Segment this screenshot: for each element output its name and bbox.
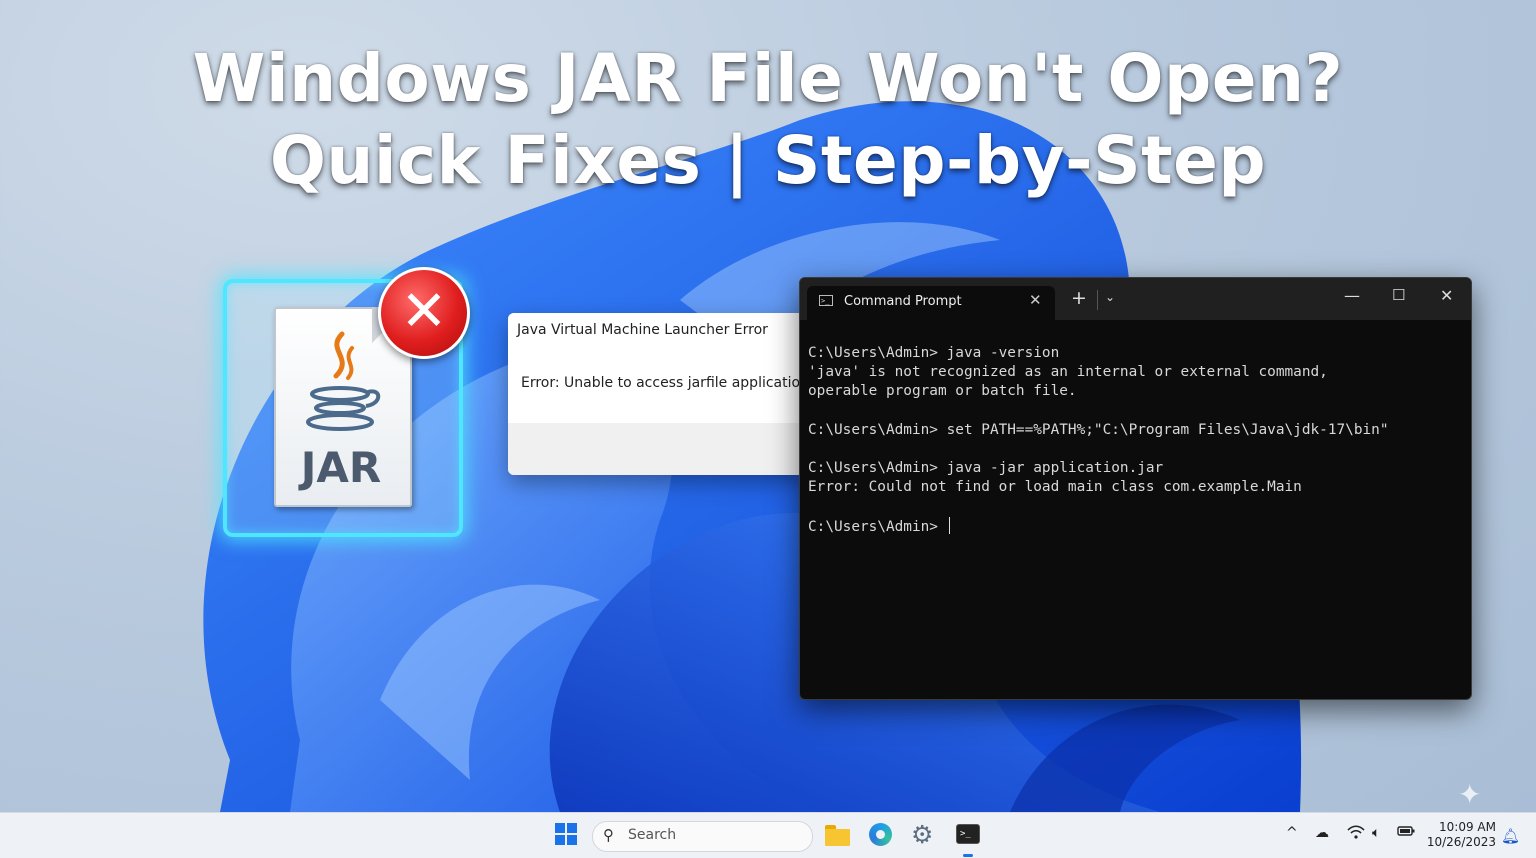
headline-line-2: Quick Fixes | Step-by-Step: [269, 122, 1267, 199]
settings-gear-icon[interactable]: ⚙: [911, 822, 939, 848]
java-coffee-icon: [306, 331, 381, 431]
terminal-prompt[interactable]: C:\Users\Admin>: [808, 519, 947, 535]
dialog-title: Java Virtual Machine Launcher Error: [508, 313, 808, 347]
clock-date: 10/26/2023: [1426, 835, 1496, 849]
clock-time: 10:09 AM: [1439, 820, 1496, 834]
chevron-down-icon[interactable]: ⌄: [1105, 290, 1115, 304]
battery-icon[interactable]: [1397, 825, 1415, 841]
wifi-icon[interactable]: [1347, 825, 1365, 843]
terminal-output[interactable]: C:\Users\Admin> java -version 'java' is …: [808, 344, 1388, 537]
taskbar: ⚲ Search ⚙ >_ ^ ☁ 🔈︎ 10:09 AM 10/26/2023…: [0, 812, 1536, 858]
tab-label: Command Prompt: [844, 294, 962, 309]
terminal-tab[interactable]: >_ Command Prompt ✕: [807, 286, 1055, 320]
search-placeholder: Search: [628, 827, 677, 843]
dialog-message: Error: Unable to access jarfile applicat…: [508, 347, 808, 423]
dialog-footer: [508, 423, 808, 475]
search-icon: ⚲: [603, 826, 614, 844]
error-x-icon: ✕: [378, 267, 470, 359]
start-icon[interactable]: [555, 823, 577, 845]
titlebar-divider: [1097, 290, 1098, 310]
terminal-line: 'java' is not recognized as an internal …: [808, 364, 1328, 381]
new-tab-button[interactable]: +: [1071, 287, 1087, 309]
tab-close-icon[interactable]: ✕: [1029, 291, 1042, 309]
terminal-icon[interactable]: >_: [956, 824, 980, 844]
cmd-icon: >_: [819, 295, 833, 306]
jvm-error-dialog: Java Virtual Machine Launcher Error Erro…: [508, 313, 808, 475]
terminal-titlebar[interactable]: >_ Command Prompt ✕ + ⌄ — ☐ ✕: [800, 278, 1471, 320]
command-prompt-window[interactable]: >_ Command Prompt ✕ + ⌄ — ☐ ✕ C:\Users\A…: [799, 277, 1472, 700]
notification-bell-icon[interactable]: 🔔︎: [1501, 827, 1520, 845]
file-explorer-icon[interactable]: [823, 822, 851, 848]
terminal-line: C:\Users\Admin> java -jar application.ja…: [808, 460, 1164, 477]
system-clock[interactable]: 10:09 AM 10/26/2023: [1424, 820, 1496, 850]
search-input[interactable]: ⚲ Search: [592, 821, 813, 852]
onedrive-cloud-icon[interactable]: ☁: [1315, 825, 1329, 841]
terminal-line: C:\Users\Admin> set PATH==%PATH%;"C:\Pro…: [808, 421, 1389, 438]
minimize-button[interactable]: —: [1344, 286, 1360, 305]
jar-label: JAR: [300, 443, 382, 492]
sparkle-icon: ✦: [1458, 778, 1482, 811]
maximize-button[interactable]: ☐: [1392, 286, 1405, 304]
chevron-up-icon[interactable]: ^: [1286, 825, 1298, 841]
headline-line-1: Windows JAR File Won't Open?: [192, 40, 1344, 117]
terminal-line: C:\Users\Admin> java -version: [808, 345, 1060, 361]
edge-icon[interactable]: [867, 822, 895, 848]
close-button[interactable]: ✕: [1440, 286, 1453, 305]
terminal-line: Error: Could not find or load main class…: [808, 479, 1302, 496]
volume-icon[interactable]: 🔈︎: [1372, 825, 1380, 841]
terminal-line: operable program or batch file.: [808, 383, 1077, 400]
text-cursor: [948, 516, 950, 534]
